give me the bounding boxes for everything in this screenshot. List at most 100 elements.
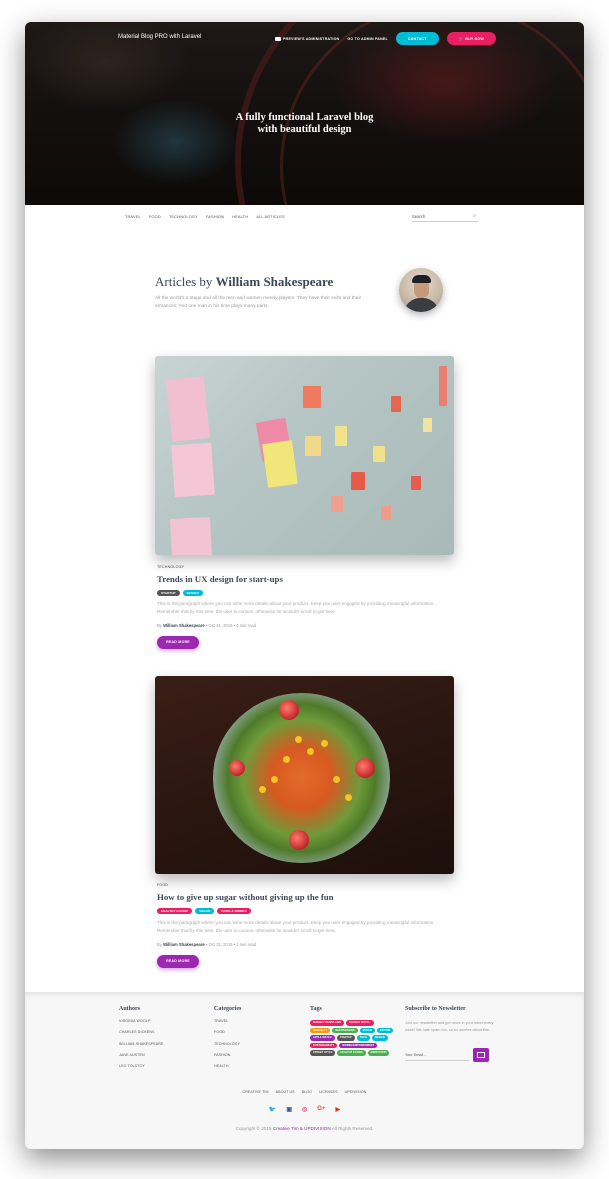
footer-tag[interactable]: VEGAN	[359, 1027, 375, 1033]
footer-tag[interactable]: SPECIALTY	[310, 1027, 331, 1033]
corn-kernel	[271, 776, 278, 783]
post-excerpt: This is the paragraph where you can writ…	[157, 920, 435, 933]
search-icon[interactable]: ⌕	[473, 213, 476, 219]
browser-page: Material Blog PRO with Laravel PREVIEW'S…	[25, 22, 584, 1149]
hero-title: A fully functional Laravel blog with bea…	[25, 112, 584, 136]
email-placeholder: Your Email...	[405, 1053, 427, 1057]
footer-tag[interactable]: BUDGET TRAVELLING	[310, 1020, 345, 1026]
tomato	[355, 758, 375, 778]
main-content: Articles by William Shakespeare All the …	[25, 229, 584, 992]
sticky-note	[373, 446, 385, 462]
copyright-links[interactable]: Creative Tim & UPDIVISION	[273, 1126, 331, 1131]
footer-tag[interactable]: WOMEN EMPOWERMENT	[339, 1042, 378, 1048]
sticky-note	[305, 436, 321, 456]
footer-link-licenses[interactable]: LICENSES	[319, 1090, 338, 1094]
hero-title-line1: A fully functional Laravel blog	[235, 112, 374, 123]
footer-category-link[interactable]: FOOD	[214, 1030, 241, 1041]
sticky-note	[262, 440, 298, 488]
newsletter-email-input[interactable]: Your Email...	[405, 1050, 469, 1061]
footer-tag[interactable]: STARTUP	[336, 1035, 355, 1041]
tag-badge[interactable]: VEGAN	[195, 908, 215, 914]
post-date: Oct 31, 2019 • 4 min read	[208, 942, 257, 947]
post-title[interactable]: How to give up sugar without giving up t…	[157, 892, 334, 902]
corn-kernel	[295, 736, 302, 743]
author-avatar	[399, 268, 443, 312]
buy-now-button[interactable]: 🛒 BUY NOW	[446, 32, 496, 45]
tag-badge[interactable]: DESIGN	[182, 590, 203, 596]
nav-item-all-articles[interactable]: ALL ARTICLES	[256, 214, 285, 219]
corn-kernel	[333, 776, 340, 783]
post-excerpt: This is the paragraph where you can writ…	[157, 601, 435, 614]
footer-tag[interactable]: HEALTHY EATING	[337, 1050, 366, 1056]
admin-panel-link[interactable]: GO TO ADMIN PANEL	[347, 37, 387, 41]
search-input[interactable]: Search ⌕	[412, 212, 478, 222]
footer-tag[interactable]: HOLIDAY DESTI...	[346, 1020, 374, 1026]
footer-link-creative-tim[interactable]: CREATIVE TIM	[243, 1090, 269, 1094]
footer-category-link[interactable]: FASHION	[214, 1053, 241, 1064]
footer-author-link[interactable]: CHARLES DICKENS	[119, 1030, 163, 1041]
footer-tag[interactable]: STREET STYLE	[310, 1050, 336, 1056]
footer-category-link[interactable]: TECHNOLOGY	[214, 1042, 241, 1053]
corn-kernel	[283, 756, 290, 763]
facebook-icon[interactable]: ▣	[286, 1106, 292, 1113]
nav-item-health[interactable]: HEALTH	[232, 214, 248, 219]
post-author[interactable]: William Shakespeare	[163, 623, 205, 628]
docs-link[interactable]: PREVIEW'S ADMINISTRATION	[275, 36, 339, 41]
footer-author-link[interactable]: WILLIAM SHAKESPEARE	[119, 1042, 163, 1053]
tag-badge[interactable]: HEALTHY EATING	[157, 908, 193, 914]
nav-item-fashion[interactable]: FASHION	[206, 214, 224, 219]
footer-tag[interactable]: DESTINATIONS	[332, 1027, 358, 1033]
post-category[interactable]: TECHNOLOGY	[157, 565, 184, 569]
footer-tag[interactable]: NATURE	[376, 1027, 394, 1033]
contact-button[interactable]: CONTACT	[395, 32, 439, 45]
instagram-icon[interactable]: ◎	[302, 1106, 307, 1113]
footer-tags-title: Tags	[310, 1006, 322, 1012]
post-author[interactable]: William Shakespeare	[163, 942, 205, 947]
footer-tag[interactable]: TECH	[356, 1035, 370, 1041]
post-image-sticky-notes[interactable]	[155, 356, 454, 555]
copyright-prefix: Copyright © 2019	[235, 1126, 272, 1131]
footer-category-link[interactable]: HEALTH	[214, 1064, 241, 1075]
corn-kernel	[307, 748, 314, 755]
page-title: Articles by William Shakespeare	[155, 274, 333, 290]
read-more-button[interactable]: READ MORE	[157, 955, 199, 968]
nav-item-food[interactable]: FOOD	[149, 214, 161, 219]
nav-item-travel[interactable]: TRAVEL	[125, 214, 141, 219]
footer-tag[interactable]: SUSTAINABILITY	[310, 1042, 338, 1048]
newsletter-subscribe-button[interactable]	[473, 1048, 489, 1062]
youtube-icon[interactable]: ▶	[335, 1106, 340, 1113]
tag-badge[interactable]: STARTUP	[157, 590, 180, 596]
brand-link[interactable]: Material Blog PRO with Laravel	[118, 34, 201, 40]
author-bio: All the world's a stage and all the men …	[155, 296, 362, 309]
footer-tag[interactable]: MEDITATION	[367, 1050, 390, 1056]
footer-author-link[interactable]: LEO TOLSTOY	[119, 1064, 163, 1075]
post-image-salad-bowl[interactable]	[155, 676, 454, 874]
corn-kernel	[345, 794, 352, 801]
post-meta: By William Shakespeare • Oct 31, 2019 • …	[157, 942, 257, 947]
title-prefix: Articles by	[155, 274, 213, 289]
footer-tag[interactable]: DESIGN	[371, 1035, 388, 1041]
footer-author-link[interactable]: VIRGINIA WOOLF	[119, 1019, 163, 1030]
sticky-note	[165, 376, 211, 442]
post-title[interactable]: Trends in UX design for start-ups	[157, 574, 283, 584]
twitter-icon[interactable]: 🐦	[269, 1106, 276, 1113]
footer: Authors VIRGINIA WOOLF CHARLES DICKENS W…	[25, 992, 584, 1149]
post-category[interactable]: FOOD	[157, 883, 168, 887]
footer-link-blog[interactable]: BLOG	[302, 1090, 312, 1094]
sticky-note	[423, 418, 432, 432]
footer-author-link[interactable]: JANE AUSTEN	[119, 1053, 163, 1064]
footer-categories: Categories TRAVEL FOOD TECHNOLOGY FASHIO…	[214, 1006, 241, 1075]
author-prefix: By	[157, 942, 162, 947]
tag-badge[interactable]: FOOD & DRINKS	[217, 908, 251, 914]
google-plus-icon[interactable]: G+	[317, 1106, 325, 1113]
footer-link-about-us[interactable]: ABOUT US	[276, 1090, 295, 1094]
sticky-note	[335, 426, 347, 446]
read-more-button[interactable]: READ MORE	[157, 636, 199, 649]
top-navigation: PREVIEW'S ADMINISTRATION GO TO ADMIN PAN…	[275, 32, 496, 45]
mail-icon	[477, 1052, 485, 1058]
footer-category-link[interactable]: TRAVEL	[214, 1019, 241, 1030]
footer-tag[interactable]: APPLE WATCH	[310, 1035, 335, 1041]
tomato	[279, 700, 299, 720]
nav-item-technology[interactable]: TECHNOLOGY	[169, 214, 198, 219]
footer-link-updivision[interactable]: UPDIVISION	[345, 1090, 367, 1094]
